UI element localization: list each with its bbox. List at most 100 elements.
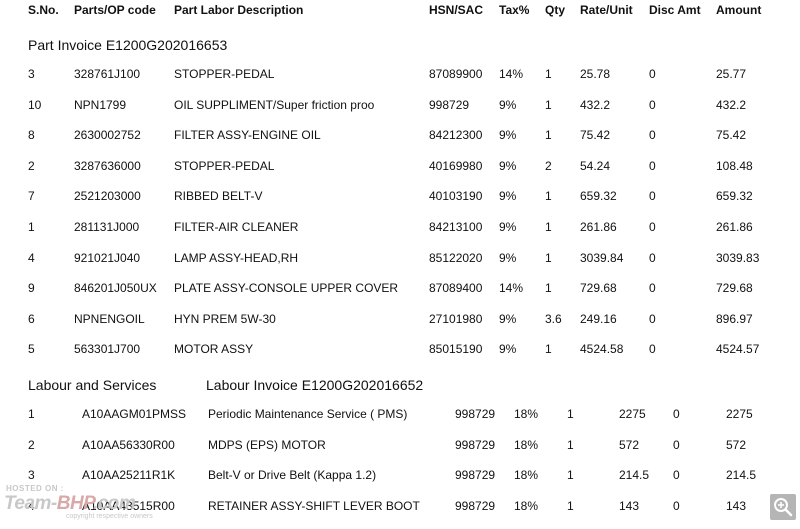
- cell-sno: 7: [28, 189, 35, 204]
- cell-hsn: 27101980: [429, 311, 483, 326]
- cell-rate: 54.24: [580, 158, 611, 173]
- cell-code: 3287636000: [74, 158, 141, 173]
- magnifier-plus-icon[interactable]: [770, 494, 796, 520]
- header-qty: Qty: [545, 3, 566, 17]
- cell-amount: 214.5: [726, 468, 757, 483]
- cell-qty: 1: [567, 468, 574, 483]
- header-rate: Rate/Unit: [580, 3, 633, 17]
- cell-tax: 9%: [499, 97, 517, 112]
- table-row: 9 846201J050UX PLATE ASSY-CONSOLE UPPER CO…: [0, 281, 800, 311]
- cell-amount: 572: [726, 437, 747, 452]
- cell-disc: 0: [649, 67, 656, 81]
- cell-rate: 3039.84: [580, 250, 624, 265]
- cell-amount: 729.68: [716, 281, 753, 296]
- header-code: Parts/OP code: [74, 3, 156, 17]
- cell-qty: 1: [545, 342, 552, 357]
- table-row: 10 NPN1799 OIL SUPPLIMENT/Super friction p…: [0, 98, 800, 128]
- cell-rate: 75.42: [580, 128, 611, 143]
- cell-code: 921021J040: [74, 250, 141, 265]
- cell-disc: 0: [649, 342, 656, 357]
- cell-qty: 1: [567, 407, 574, 421]
- cell-desc: RETAINER ASSY-SHIFT LEVER BOOT: [208, 498, 420, 513]
- cell-disc: 0: [649, 158, 656, 173]
- cell-code: 2630002752: [74, 128, 141, 143]
- cell-qty: 3.6: [545, 311, 562, 326]
- cell-desc: FILTER-AIR CLEANER: [174, 220, 299, 234]
- cell-tax: 9%: [499, 311, 517, 326]
- cell-desc: PLATE ASSY-CONSOLE UPPER COVER: [174, 281, 399, 296]
- copyright-text: copyright respective owners: [66, 513, 153, 520]
- table-row: 1 281131J000 FILTER-AIR CLEANER 84213100 9% 1…: [0, 220, 800, 250]
- cell-amount: 75.42: [716, 128, 747, 143]
- cell-desc: MDPS (EPS) MOTOR: [208, 437, 326, 452]
- cell-qty: 1: [545, 281, 552, 296]
- cell-disc: 0: [649, 250, 656, 265]
- cell-amount: 3039.83: [716, 250, 760, 265]
- cell-hsn: 998729: [455, 468, 496, 483]
- cell-tax: 9%: [499, 342, 517, 357]
- header-desc: Part Labor Description: [174, 3, 304, 17]
- cell-code: 281131J000: [74, 220, 140, 234]
- cell-rate: 143: [619, 498, 640, 513]
- cell-desc: FILTER ASSY-ENGINE OIL: [174, 128, 321, 143]
- cell-code: 2521203000: [74, 189, 141, 204]
- table-row: 7 2521203000 RIBBED BELT-V 40103190 9% 1 659.3…: [0, 189, 800, 219]
- cell-sno: 5: [28, 342, 35, 357]
- cell-rate: 214.5: [619, 468, 650, 483]
- cell-qty: 1: [545, 250, 552, 265]
- cell-sno: 10: [28, 97, 42, 112]
- magnifier-plus-glyph: [774, 498, 793, 517]
- cell-rate: 4524.58: [580, 342, 624, 357]
- cell-amount: 432.2: [716, 97, 747, 112]
- table-row: 1 A10AAGM01PMSS Periodic Maintenance Servi…: [0, 407, 800, 437]
- cell-disc: 0: [649, 281, 656, 296]
- cell-sno: 3: [28, 468, 35, 483]
- cell-hsn: 40169980: [429, 158, 483, 173]
- cell-qty: 1: [567, 498, 574, 513]
- cell-sno: 9: [28, 281, 35, 296]
- cell-amount: 143: [726, 498, 747, 513]
- cell-hsn: 85015190: [429, 342, 483, 357]
- cell-amount: 261.86: [716, 220, 753, 234]
- cell-rate: 261.86: [580, 220, 617, 234]
- table-row: 3 328761J100 STOPPER-PEDAL 87089900 14% 1 25.7…: [0, 67, 800, 97]
- cell-qty: 1: [567, 437, 574, 452]
- cell-sno: 1: [28, 220, 35, 234]
- table-row: 4 921021J040 LAMP ASSY-HEAD,RH 85122020 9% 1 3…: [0, 251, 800, 281]
- cell-code: A10AA25211R1K: [82, 468, 176, 483]
- cell-sno: 8: [28, 128, 35, 143]
- table-row: 8 2630002752 FILTER ASSY-ENGINE OIL 8421230…: [0, 128, 800, 158]
- cell-desc: Belt-V or Drive Belt (Kappa 1.2): [208, 468, 377, 483]
- cell-desc: Periodic Maintenance Service ( PMS): [208, 407, 408, 421]
- table-row: 6 NPNENGOIL HYN PREM 5W-30 27101980 9% 3.6 249…: [0, 312, 800, 342]
- cell-code: 563301J700: [74, 342, 141, 357]
- cell-sno: 2: [28, 158, 35, 173]
- part-invoice-title: Part Invoice E1200G202016653: [28, 37, 228, 53]
- header-amount: Amount: [716, 3, 762, 17]
- cell-hsn: 998729: [455, 437, 496, 452]
- labour-section-label: Labour and Services: [28, 377, 157, 393]
- cell-qty: 1: [545, 67, 552, 81]
- team-bhp-watermark: HOSTED ON : Team-BHP.com copyright respe…: [4, 484, 204, 522]
- cell-tax: 18%: [514, 437, 539, 452]
- cell-code: A10AA56330R00: [82, 437, 175, 452]
- cell-desc: OIL SUPPLIMENT/Super friction proo: [174, 97, 375, 112]
- cell-rate: 659.32: [580, 189, 617, 204]
- cell-hsn: 998729: [455, 407, 496, 421]
- header-disc: Disc Amt: [649, 3, 701, 17]
- cell-amount: 2275: [726, 407, 753, 421]
- cell-sno: 3: [28, 67, 35, 81]
- cell-hsn: 84213100: [429, 220, 483, 234]
- cell-disc: 0: [673, 437, 680, 452]
- table-row: 5 563301J700 MOTOR ASSY 85015190 9% 1 4524.58 0…: [0, 342, 800, 372]
- cell-tax: 14%: [499, 67, 524, 81]
- cell-disc: 0: [649, 97, 656, 112]
- cell-rate: 25.78: [580, 67, 611, 81]
- cell-tax: 18%: [514, 468, 539, 483]
- cell-rate: 249.16: [580, 311, 617, 326]
- cell-sno: 1: [28, 407, 35, 421]
- header-hsn: HSN/SAC: [429, 3, 484, 17]
- cell-rate: 432.2: [580, 97, 611, 112]
- cell-hsn: 87089400: [429, 281, 483, 296]
- labour-invoice-title: Labour Invoice E1200G202016652: [206, 377, 424, 393]
